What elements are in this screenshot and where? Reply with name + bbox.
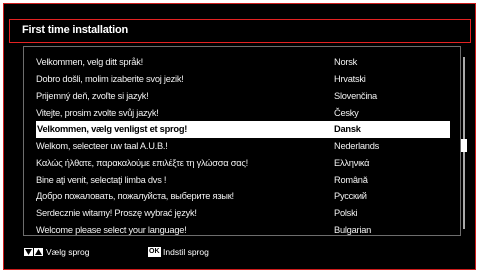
list-item[interactable]: Dobro došli, molim izaberite svoj jezik!…	[36, 71, 450, 88]
language-name: Dansk	[334, 124, 361, 134]
list-item[interactable]: Bine aţi venit, selectaţi limba dvs ! Rom…	[36, 172, 450, 189]
installation-window: First time installation Welcome please s…	[3, 3, 476, 270]
list-item[interactable]: Serdecznie witamy! Proszę wybrać język! P…	[36, 205, 450, 222]
language-name: Română	[334, 175, 368, 185]
list-item[interactable]: Velkommen, velg ditt språk! Norsk	[36, 54, 450, 71]
scrollbar[interactable]	[461, 57, 467, 229]
language-greeting: Vitejte, prosim zvolte svůj jazyk!	[36, 108, 159, 118]
language-greeting: Bine aţi venit, selectaţi limba dvs !	[36, 175, 167, 185]
list-item[interactable]: Добро пожаловать, пожалуйста, выберите я…	[36, 188, 450, 205]
language-name: Hrvatski	[334, 74, 366, 84]
list-item[interactable]: Welkom, selecteer uw taal A.U.B.! Nederla…	[36, 138, 450, 155]
page-title: First time installation	[22, 24, 129, 36]
list-item[interactable]: Vitejte, prosim zvolte svůj jazyk! Česky	[36, 105, 450, 122]
language-greeting: Serdecznie witamy! Proszę wybrać język!	[36, 208, 197, 218]
language-name: Nederlands	[334, 141, 380, 151]
language-greeting: Welkom, selecteer uw taal A.U.B.!	[36, 141, 168, 151]
language-name: Ελληνικά	[334, 158, 370, 168]
language-greeting: Velkommen, vælg venligst et sprog!	[37, 124, 188, 134]
language-greeting: Prijemný deň, zvoľte si jazyk!	[36, 91, 149, 101]
language-greeting: Καλώς ήλθατε, παρακαλούμε επιλέξτε τη γλ…	[36, 158, 248, 168]
list-item[interactable]: Καλώς ήλθατε, παρακαλούμε επιλέξτε τη γλ…	[36, 155, 450, 172]
language-greeting: Velkommen, velg ditt språk!	[36, 57, 143, 67]
list-item[interactable]: Prijemný deň, zvoľte si jazyk! Slovenčina	[36, 88, 450, 105]
scrollbar-thumb[interactable]	[461, 139, 467, 152]
nav-keys	[24, 247, 44, 257]
language-greeting: Dobro došli, molim izaberite svoj jezik!	[36, 74, 184, 84]
nav-label: Vælg sprog	[46, 247, 90, 257]
language-greeting: Welcome please select your language!	[36, 225, 187, 235]
language-name: Slovenčina	[334, 91, 377, 101]
language-name: Česky	[334, 108, 359, 118]
ok-key-icon: OK	[148, 247, 161, 257]
language-list: Welcome please select your language! Bulg…	[23, 46, 467, 239]
title-bar: First time installation	[9, 19, 471, 43]
language-greeting: Добро пожаловать, пожалуйста, выберите я…	[36, 191, 234, 201]
list-item-selected[interactable]: Velkommen, vælg venligst et sprog! Dansk	[36, 121, 450, 138]
arrow-down-icon	[24, 248, 33, 256]
language-name: Русский	[334, 191, 367, 201]
language-name: Polski	[334, 208, 358, 218]
list-item[interactable]: Welcome please select your language! Bulg…	[36, 222, 450, 239]
ok-label: Indstil sprog	[163, 247, 209, 257]
language-name: Bulgarian	[334, 225, 372, 235]
language-name: Norsk	[334, 57, 358, 67]
arrow-up-icon	[34, 248, 43, 256]
